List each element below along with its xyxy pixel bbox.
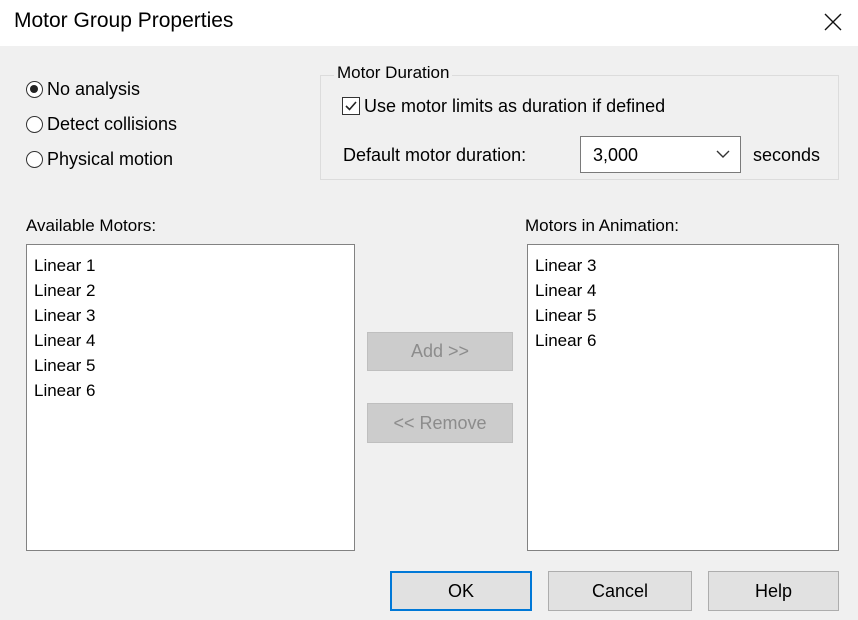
- list-item[interactable]: Linear 5: [27, 353, 354, 378]
- list-item[interactable]: Linear 2: [27, 278, 354, 303]
- list-item[interactable]: Linear 6: [27, 378, 354, 403]
- use-motor-limits-label: Use motor limits as duration if defined: [364, 96, 666, 116]
- list-item[interactable]: Linear 5: [528, 303, 838, 328]
- list-item[interactable]: Linear 4: [27, 328, 354, 353]
- list-item[interactable]: Linear 3: [27, 303, 354, 328]
- chevron-down-icon: [716, 150, 730, 158]
- available-motors-label: Available Motors:: [26, 216, 157, 235]
- radio-no-analysis[interactable]: No analysis: [26, 76, 140, 102]
- checkmark-icon: [345, 101, 357, 111]
- duration-units-label: seconds: [753, 145, 821, 165]
- checkbox-indicator: [342, 97, 360, 115]
- add-button[interactable]: Add >>: [367, 332, 513, 371]
- radio-label: No analysis: [47, 79, 141, 99]
- list-item[interactable]: Linear 6: [528, 328, 838, 353]
- radio-indicator: [26, 115, 43, 133]
- close-button[interactable]: [808, 0, 858, 44]
- list-item[interactable]: Linear 3: [528, 253, 838, 278]
- radio-label: Detect collisions: [47, 114, 178, 134]
- cancel-button[interactable]: Cancel: [548, 571, 692, 611]
- radio-indicator: [26, 80, 43, 98]
- default-duration-value: 3,000: [593, 145, 639, 165]
- list-item[interactable]: Linear 1: [27, 253, 354, 278]
- motors-in-animation-label: Motors in Animation:: [525, 216, 680, 235]
- remove-button[interactable]: << Remove: [367, 403, 513, 443]
- motor-group-properties-dialog: Motor Group Properties No analysis Detec…: [0, 0, 858, 620]
- default-duration-combo[interactable]: 3,000: [580, 136, 741, 173]
- radio-indicator: [26, 150, 43, 168]
- radio-detect-collisions[interactable]: Detect collisions: [26, 111, 177, 137]
- radio-label: Physical motion: [47, 149, 174, 169]
- list-item[interactable]: Linear 4: [528, 278, 838, 303]
- motors-in-animation-list[interactable]: Linear 3 Linear 4 Linear 5 Linear 6: [527, 244, 839, 551]
- use-motor-limits-checkbox[interactable]: Use motor limits as duration if defined: [342, 95, 665, 117]
- ok-button[interactable]: OK: [390, 571, 532, 611]
- dialog-title: Motor Group Properties: [14, 9, 234, 32]
- title-bar: Motor Group Properties: [0, 0, 858, 46]
- default-duration-label: Default motor duration:: [343, 145, 527, 165]
- available-motors-list[interactable]: Linear 1 Linear 2 Linear 3 Linear 4 Line…: [26, 244, 355, 551]
- radio-physical-motion[interactable]: Physical motion: [26, 146, 173, 172]
- motor-duration-legend: Motor Duration: [334, 62, 453, 84]
- close-icon: [824, 13, 842, 31]
- help-button[interactable]: Help: [708, 571, 839, 611]
